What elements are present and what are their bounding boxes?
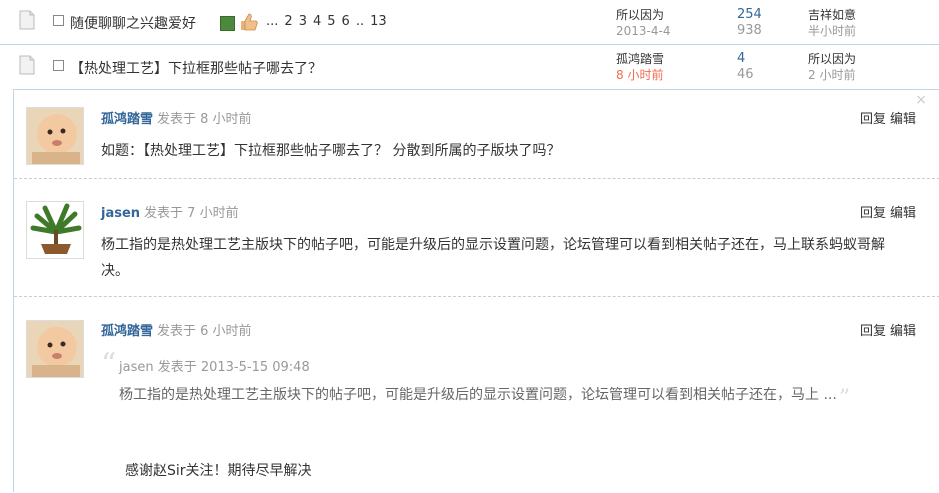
- page-link[interactable]: 4: [313, 14, 321, 29]
- post-content: 杨工指的是热处理工艺主版块下的帖子吧，可能是升级后的显示设置问题，论坛管理可以看…: [101, 237, 885, 279]
- page-link[interactable]: 5: [327, 14, 335, 29]
- post-time: 发表于 7 小时前: [144, 206, 239, 221]
- close-quote-icon: ”: [838, 386, 851, 411]
- thread-author-link[interactable]: 所以因为: [616, 7, 670, 23]
- thread-author-link[interactable]: 孤鸿踏雪: [616, 51, 664, 67]
- page-link[interactable]: 2: [284, 14, 292, 29]
- thumbs-up-icon: [241, 13, 258, 31]
- page-link[interactable]: 6: [342, 14, 350, 29]
- reply-button[interactable]: 回复: [860, 112, 886, 127]
- last-post-time[interactable]: 2 小时前: [808, 67, 856, 83]
- post-time: 发表于 6 小时前: [157, 324, 252, 339]
- page-ellipsis: ..: [355, 14, 365, 29]
- view-count: 938: [737, 23, 762, 38]
- folder-icon: [19, 10, 35, 30]
- avatar[interactable]: [26, 320, 84, 378]
- edit-button[interactable]: 编辑: [890, 324, 916, 339]
- reply-count[interactable]: 254: [737, 7, 762, 23]
- quote-text-body: 杨工指的是热处理工艺主版块下的帖子吧，可能是升级后的显示设置问题，论坛管理可以看…: [119, 387, 837, 403]
- page-ellipsis: ...: [266, 14, 279, 29]
- post-item: jasen 发表于 7 小时前 回复 编辑 杨工指的是热处理工艺主版块下的帖子吧，可…: [14, 178, 939, 297]
- post-content: 感谢赵Sir关注！期待尽早解决: [125, 463, 312, 479]
- last-poster-link[interactable]: 吉祥如意: [808, 7, 856, 23]
- post-content: 如题：【热处理工艺】下拉框那些帖子哪去了？ 分散到所属的子版块了吗？: [101, 143, 561, 159]
- thread-date: 8 小时前: [616, 68, 664, 82]
- reply-count[interactable]: 4: [737, 51, 754, 67]
- baby-avatar-image: [27, 108, 83, 164]
- post-author-link[interactable]: 孤鸿踏雪: [101, 112, 153, 127]
- view-count: 46: [737, 67, 754, 82]
- thread-date: 2013-4-4: [616, 24, 671, 38]
- post-author-link[interactable]: jasen: [101, 206, 140, 221]
- post-item: 孤鸿踏雪 发表于 6 小时前 回复 编辑 “ jasen 发表于 2013-5-15…: [14, 296, 939, 493]
- edit-button[interactable]: 编辑: [890, 112, 916, 127]
- last-post-time[interactable]: 半小时前: [808, 23, 856, 39]
- thread-checkbox[interactable]: [53, 15, 64, 26]
- thread-title-link[interactable]: 【热处理工艺】下拉框那些帖子哪去了？: [70, 58, 322, 78]
- post-author-link[interactable]: 孤鸿踏雪: [101, 324, 153, 339]
- quote-meta: jasen 发表于 2013-5-15 09:48: [119, 360, 310, 375]
- image-attachment-icon: [220, 16, 235, 31]
- reply-button[interactable]: 回复: [860, 324, 886, 339]
- bonsai-avatar-image: [27, 202, 83, 258]
- page-link[interactable]: 3: [299, 14, 307, 29]
- thread-row[interactable]: 随便聊聊之兴趣爱好 ... 2 3 4 5 6.. 13 所以因为 2013-4-4 254…: [0, 0, 939, 45]
- last-poster-link[interactable]: 所以因为: [808, 51, 856, 67]
- edit-button[interactable]: 编辑: [890, 206, 916, 221]
- folder-icon: [19, 55, 35, 75]
- avatar[interactable]: [26, 107, 84, 165]
- page-link[interactable]: 13: [370, 14, 387, 29]
- avatar[interactable]: [26, 201, 84, 259]
- baby-avatar-image: [27, 321, 83, 377]
- reply-button[interactable]: 回复: [860, 206, 886, 221]
- thread-row[interactable]: 【热处理工艺】下拉框那些帖子哪去了？ 孤鸿踏雪 8 小时前 4 46 所以因为 …: [0, 45, 939, 89]
- open-quote-icon: “: [101, 347, 117, 382]
- thread-checkbox[interactable]: [53, 60, 64, 71]
- quote-text: 杨工指的是热处理工艺主版块下的帖子吧，可能是升级后的显示设置问题，论坛管理可以看…: [119, 378, 909, 411]
- post-item: 孤鸿踏雪 发表于 8 小时前 回复 编辑 如题：【热处理工艺】下拉框那些帖子哪去了？…: [14, 90, 939, 179]
- thread-title-link[interactable]: 随便聊聊之兴趣爱好: [70, 13, 196, 33]
- thread-preview-panel: × 孤鸿踏雪 发表于 8 小时前 回复 编辑 如题：【热处理工艺】下拉框那些帖子哪去…: [13, 89, 939, 492]
- thread-pagination: ... 2 3 4 5 6.. 13: [266, 14, 393, 29]
- post-time: 发表于 8 小时前: [157, 112, 252, 127]
